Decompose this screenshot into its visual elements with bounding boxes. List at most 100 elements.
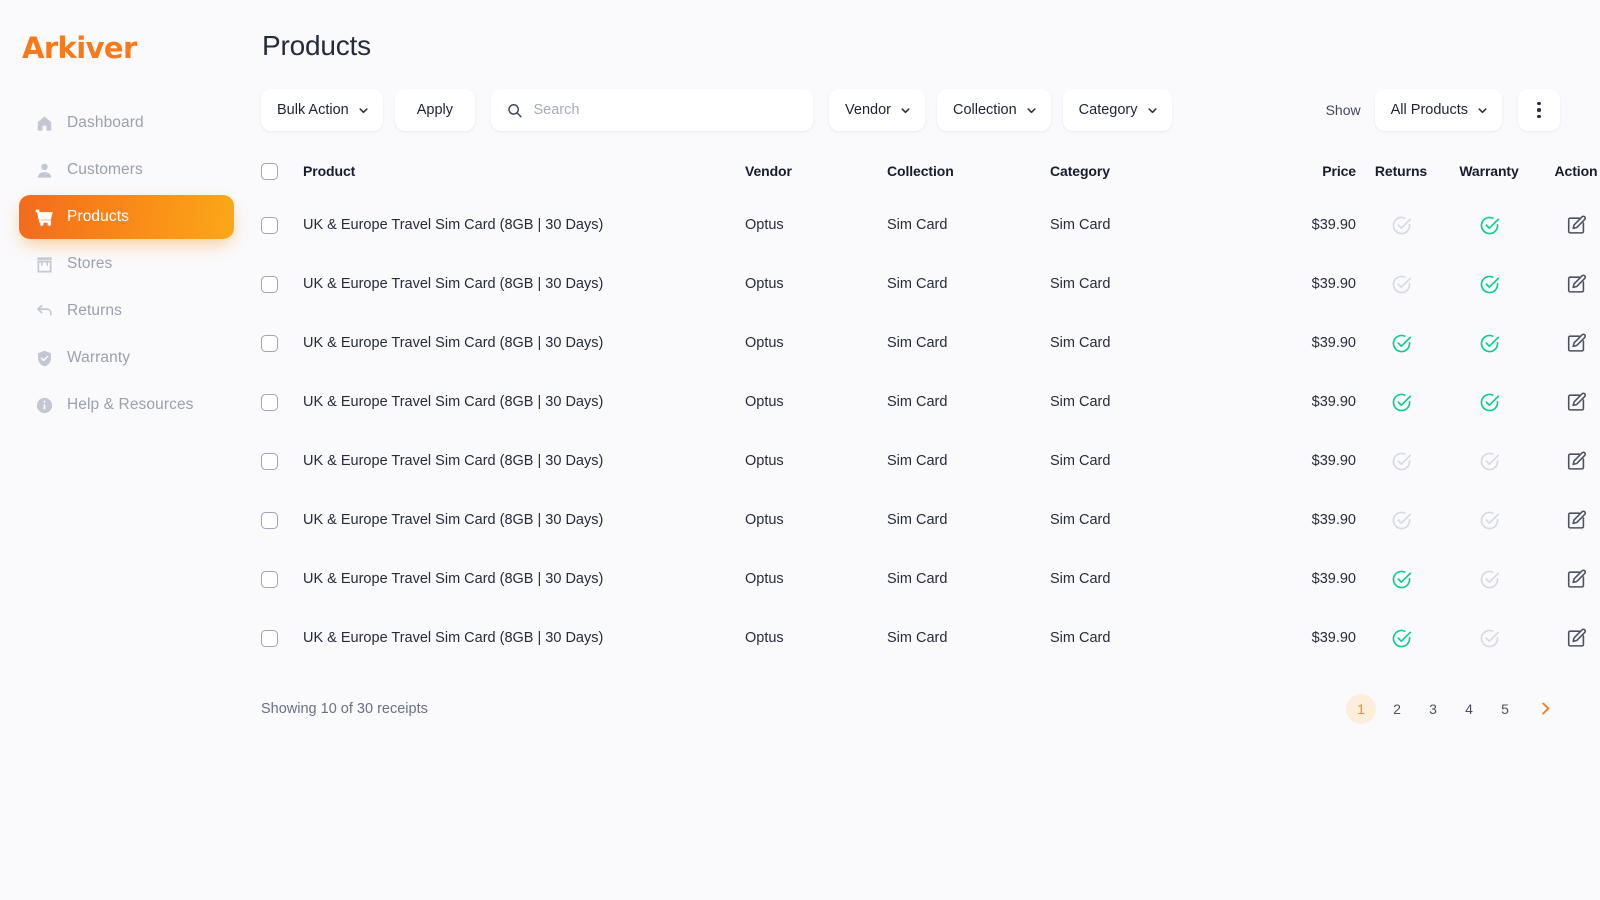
cell-category: Sim Card bbox=[1050, 453, 1111, 470]
sidebar-item-help-resources[interactable]: Help & Resources bbox=[19, 383, 234, 427]
pagination-page-3[interactable]: 3 bbox=[1418, 694, 1448, 724]
show-label: Show bbox=[1325, 102, 1361, 118]
returns-status-check-circle-icon[interactable] bbox=[1360, 510, 1442, 531]
category-filter-dropdown[interactable]: Category bbox=[1062, 89, 1172, 131]
search-input[interactable] bbox=[533, 102, 798, 118]
edit-icon[interactable] bbox=[1536, 569, 1600, 590]
cell-category: Sim Card bbox=[1050, 512, 1111, 529]
row-checkbox[interactable] bbox=[261, 629, 278, 647]
sidebar-item-warranty[interactable]: Warranty bbox=[19, 336, 234, 380]
warranty-status-check-circle-icon[interactable] bbox=[1442, 333, 1536, 354]
edit-icon[interactable] bbox=[1536, 215, 1600, 236]
sidebar-item-label: Products bbox=[67, 208, 129, 225]
table-row[interactable]: UK & Europe Travel Sim Card (8GB | 30 Da… bbox=[261, 491, 1600, 550]
search-icon bbox=[508, 103, 522, 117]
cell-category: Sim Card bbox=[1050, 630, 1111, 647]
cell-returns bbox=[1360, 255, 1442, 314]
brand-logo[interactable]: Arkiver bbox=[22, 28, 253, 63]
cell-action bbox=[1536, 196, 1600, 255]
vendor-filter-dropdown[interactable]: Vendor bbox=[829, 89, 925, 131]
pagination-page-4[interactable]: 4 bbox=[1454, 694, 1484, 724]
table-row[interactable]: UK & Europe Travel Sim Card (8GB | 30 Da… bbox=[261, 314, 1600, 373]
cell-collection: Sim Card bbox=[887, 276, 948, 293]
returns-status-check-circle-icon[interactable] bbox=[1360, 274, 1442, 295]
pagination-page-5[interactable]: 5 bbox=[1490, 694, 1520, 724]
table-row[interactable]: UK & Europe Travel Sim Card (8GB | 30 Da… bbox=[261, 550, 1600, 609]
pagination-next-button[interactable] bbox=[1530, 694, 1560, 724]
cell-returns bbox=[1360, 196, 1442, 255]
pagination-page-2[interactable]: 2 bbox=[1382, 694, 1412, 724]
returns-status-check-circle-icon[interactable] bbox=[1360, 333, 1442, 354]
apply-button[interactable]: Apply bbox=[394, 89, 476, 131]
cell-warranty bbox=[1442, 255, 1536, 314]
search-box[interactable] bbox=[491, 89, 814, 131]
sidebar-item-label: Stores bbox=[67, 255, 113, 272]
row-checkbox[interactable] bbox=[261, 216, 278, 234]
products-table: Product Vendor Collection Category Price… bbox=[261, 148, 1600, 668]
chevron-down-icon bbox=[901, 107, 910, 113]
table-row[interactable]: UK & Europe Travel Sim Card (8GB | 30 Da… bbox=[261, 432, 1600, 491]
row-checkbox[interactable] bbox=[261, 570, 278, 588]
returns-status-check-circle-icon[interactable] bbox=[1360, 215, 1442, 236]
row-checkbox[interactable] bbox=[261, 393, 278, 411]
table-row[interactable]: UK & Europe Travel Sim Card (8GB | 30 Da… bbox=[261, 373, 1600, 432]
warranty-status-check-circle-icon[interactable] bbox=[1442, 392, 1536, 413]
sidebar-item-returns[interactable]: Returns bbox=[19, 289, 234, 333]
warranty-status-check-circle-icon[interactable] bbox=[1442, 569, 1536, 590]
returns-status-check-circle-icon[interactable] bbox=[1360, 628, 1442, 649]
warranty-status-check-circle-icon[interactable] bbox=[1442, 628, 1536, 649]
edit-icon[interactable] bbox=[1536, 274, 1600, 295]
cell-returns bbox=[1360, 314, 1442, 373]
select-all-checkbox[interactable] bbox=[261, 162, 278, 180]
row-checkbox[interactable] bbox=[261, 334, 278, 352]
returns-status-check-circle-icon[interactable] bbox=[1360, 392, 1442, 413]
warranty-status-check-circle-icon[interactable] bbox=[1442, 215, 1536, 236]
row-select-cell bbox=[261, 609, 303, 668]
sidebar-item-label: Dashboard bbox=[67, 114, 144, 131]
user-icon bbox=[35, 161, 54, 180]
cell-vendor: Optus bbox=[745, 453, 784, 470]
select-all-header bbox=[261, 148, 303, 196]
edit-icon[interactable] bbox=[1536, 392, 1600, 413]
warranty-status-check-circle-icon[interactable] bbox=[1442, 274, 1536, 295]
cell-warranty bbox=[1442, 491, 1536, 550]
column-header-returns[interactable]: Returns bbox=[1360, 148, 1442, 196]
sidebar-item-customers[interactable]: Customers bbox=[19, 148, 234, 192]
row-checkbox[interactable] bbox=[261, 452, 278, 470]
show-products-dropdown[interactable]: All Products bbox=[1374, 89, 1502, 131]
warranty-status-check-circle-icon[interactable] bbox=[1442, 510, 1536, 531]
edit-icon[interactable] bbox=[1536, 451, 1600, 472]
column-header-product[interactable]: Product bbox=[303, 148, 745, 196]
bulk-action-label: Bulk Action bbox=[277, 102, 349, 118]
warranty-status-check-circle-icon[interactable] bbox=[1442, 451, 1536, 472]
edit-icon[interactable] bbox=[1536, 333, 1600, 354]
vendor-filter-label: Vendor bbox=[845, 102, 891, 118]
table-row[interactable]: UK & Europe Travel Sim Card (8GB | 30 Da… bbox=[261, 196, 1600, 255]
edit-icon[interactable] bbox=[1536, 628, 1600, 649]
sidebar-item-label: Warranty bbox=[67, 349, 131, 366]
column-header-price[interactable]: Price bbox=[1250, 148, 1360, 196]
pagination-page-1[interactable]: 1 bbox=[1346, 693, 1376, 724]
collection-filter-dropdown[interactable]: Collection bbox=[937, 89, 1051, 131]
cell-price: $39.90 bbox=[1311, 394, 1356, 411]
row-checkbox[interactable] bbox=[261, 275, 278, 293]
returns-status-check-circle-icon[interactable] bbox=[1360, 451, 1442, 472]
home-icon bbox=[35, 114, 54, 133]
table-row[interactable]: UK & Europe Travel Sim Card (8GB | 30 Da… bbox=[261, 609, 1600, 668]
sidebar-item-products[interactable]: Products bbox=[19, 195, 234, 239]
column-header-collection[interactable]: Collection bbox=[887, 148, 1050, 196]
cell-returns bbox=[1360, 609, 1442, 668]
more-options-button[interactable] bbox=[1518, 89, 1560, 131]
sidebar-item-stores[interactable]: Stores bbox=[19, 242, 234, 286]
cell-price: $39.90 bbox=[1311, 276, 1356, 293]
returns-status-check-circle-icon[interactable] bbox=[1360, 569, 1442, 590]
sidebar-item-dashboard[interactable]: Dashboard bbox=[19, 101, 234, 145]
bulk-action-dropdown[interactable]: Bulk Action bbox=[261, 89, 383, 131]
row-checkbox[interactable] bbox=[261, 511, 278, 529]
cell-collection: Sim Card bbox=[887, 571, 948, 588]
column-header-warranty[interactable]: Warranty bbox=[1442, 148, 1536, 196]
table-row[interactable]: UK & Europe Travel Sim Card (8GB | 30 Da… bbox=[261, 255, 1600, 314]
column-header-vendor[interactable]: Vendor bbox=[745, 148, 887, 196]
column-header-category[interactable]: Category bbox=[1050, 148, 1250, 196]
edit-icon[interactable] bbox=[1536, 510, 1600, 531]
